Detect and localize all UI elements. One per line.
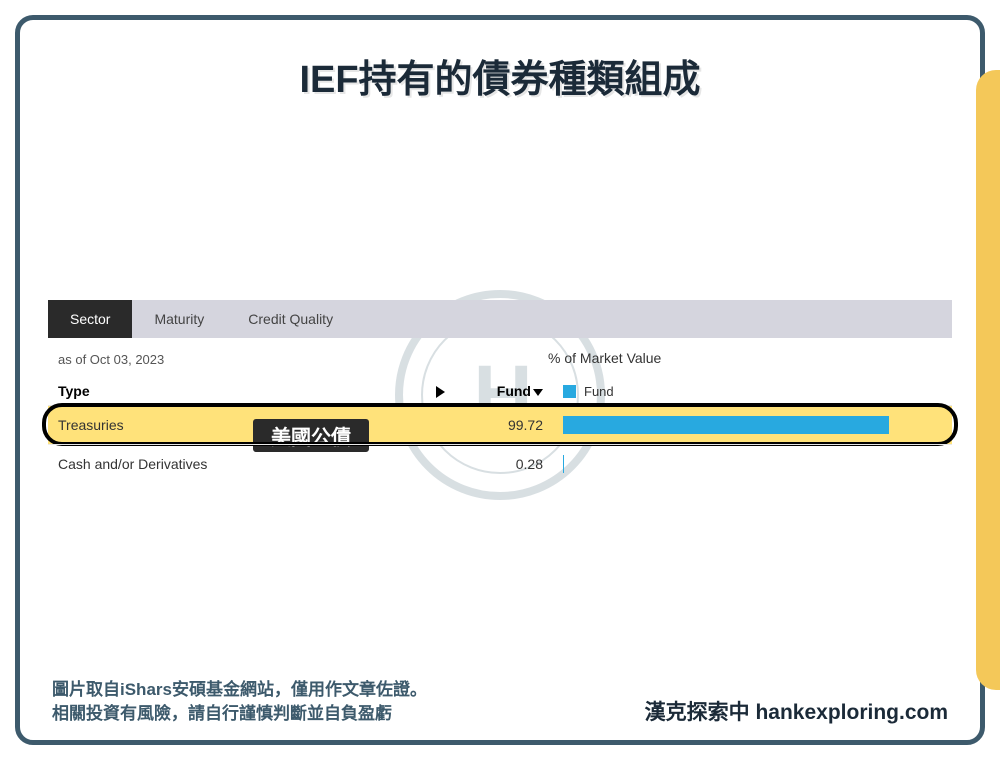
legend-swatch — [563, 385, 576, 398]
play-icon — [436, 386, 445, 398]
tab-row: Sector Maturity Credit Quality — [48, 300, 952, 338]
footer-disclaimer: 圖片取自iShars安碩基金網站，僅用作文章佐證。 相關投資有風險，請自行謹慎判… — [52, 678, 427, 726]
main-frame: IEF持有的債券種類組成 H Sector Maturity Credit Qu… — [15, 15, 985, 745]
as-of-date: as of Oct 03, 2023 — [58, 352, 952, 367]
accent-stripe — [976, 70, 1000, 690]
data-panel: Sector Maturity Credit Quality as of Oct… — [48, 300, 952, 483]
col-header-type[interactable]: Type — [58, 383, 458, 399]
cell-type-label: Treasuries — [58, 417, 124, 433]
cell-bar — [543, 455, 942, 473]
sort-desc-icon — [533, 389, 543, 396]
cell-fund: 99.72 — [458, 417, 543, 433]
page-title: IEF持有的債券種類組成 — [20, 48, 980, 103]
footer: 圖片取自iShars安碩基金網站，僅用作文章佐證。 相關投資有風險，請自行謹慎判… — [52, 678, 948, 726]
footer-line1: 圖片取自iShars安碩基金網站，僅用作文章佐證。 — [52, 678, 427, 702]
legend: Fund — [543, 384, 942, 399]
cell-fund: 0.28 — [458, 456, 543, 472]
bar-fund — [563, 416, 889, 434]
table-row: Treasuries 美國公債 99.72 — [48, 405, 952, 444]
cell-type: Cash and/or Derivatives — [58, 456, 458, 472]
tab-sector[interactable]: Sector — [48, 300, 132, 338]
table-header: Type Fund Fund — [48, 377, 952, 405]
highlighted-row-wrap: Treasuries 美國公債 99.72 — [48, 405, 952, 444]
cell-bar — [543, 416, 942, 434]
col-header-fund-label: Fund — [497, 383, 531, 399]
chart-title: % of Market Value — [548, 350, 661, 366]
footer-line2: 相關投資有風險，請自行謹慎判斷並自負盈虧 — [52, 702, 427, 726]
legend-label: Fund — [584, 384, 614, 399]
col-header-fund[interactable]: Fund — [458, 383, 543, 399]
bar-fund — [563, 455, 564, 473]
cell-type: Treasuries 美國公債 — [58, 417, 458, 433]
tab-credit-quality[interactable]: Credit Quality — [226, 300, 355, 338]
footer-brand: 漢克探索中 hankexploring.com — [645, 696, 948, 726]
tab-maturity[interactable]: Maturity — [132, 300, 226, 338]
table-row: Cash and/or Derivatives 0.28 — [48, 444, 952, 483]
